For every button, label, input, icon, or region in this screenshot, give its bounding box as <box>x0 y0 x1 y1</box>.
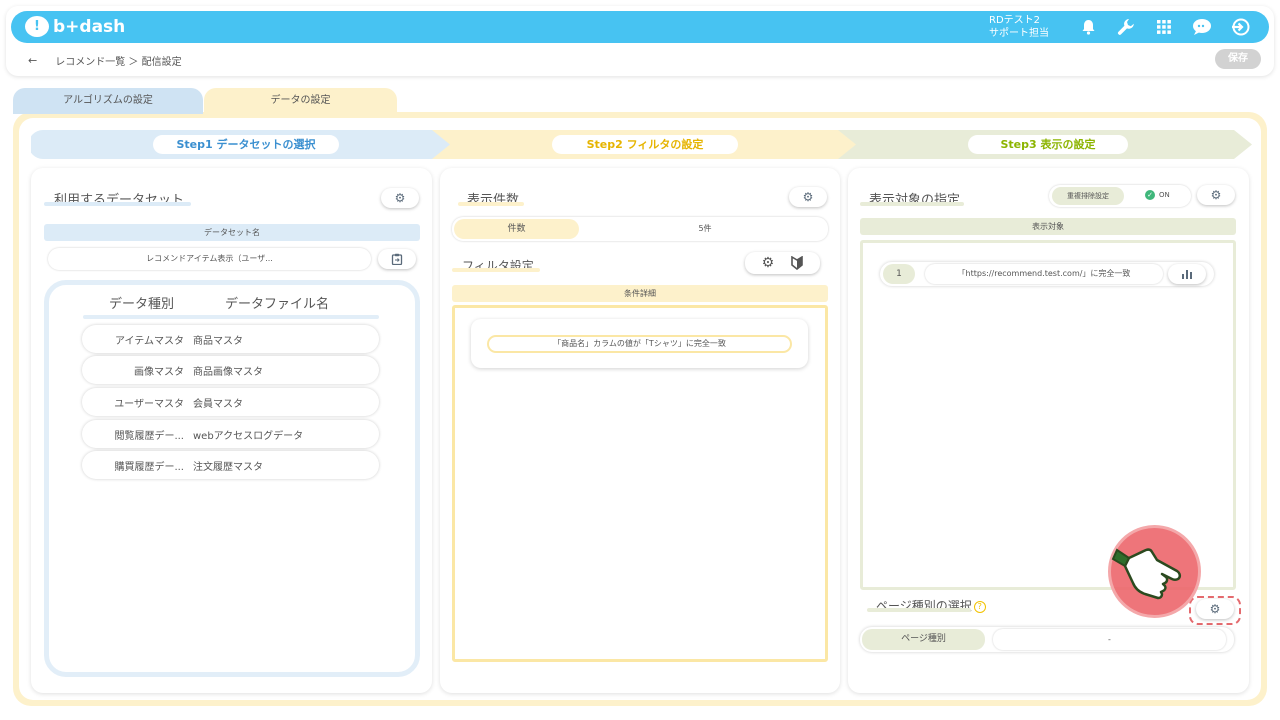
col-data-type: データ種別 <box>109 297 175 312</box>
logout-icon[interactable] <box>1221 15 1259 39</box>
table-row: アイテムマスタ 商品マスタ <box>82 325 379 353</box>
data-file: 注文履歴マスタ <box>193 462 263 473</box>
step2-banner[interactable]: Step2 フィルタの設定 <box>432 130 860 159</box>
count-settings-button[interactable]: ⚙ <box>789 187 827 207</box>
dataset-title-underline <box>44 202 191 206</box>
dataset-settings-button[interactable]: ⚙ <box>381 188 419 208</box>
display-settings-button[interactable]: ⚙ <box>1197 185 1235 205</box>
condition-text[interactable]: 「商品名」カラムの値が「Tシャツ」に完全一致 <box>487 335 792 353</box>
help-icon[interactable]: ? <box>973 600 986 613</box>
user-info[interactable]: RDテスト2 サポート担当 <box>989 14 1049 40</box>
step3-label: Step3 表示の設定 <box>968 135 1128 154</box>
data-file: 商品マスタ <box>193 336 243 347</box>
step3-banner[interactable]: Step3 表示の設定 <box>838 130 1252 159</box>
dataset-header-underline <box>83 315 379 319</box>
gear-icon: ⚙ <box>394 191 406 205</box>
condition-detail-label: 条件詳細 <box>452 285 828 302</box>
top-bar: ! b+dash RDテスト2 サポート担当 <box>11 11 1269 43</box>
target-label: 表示対象 <box>860 218 1236 235</box>
dataset-select-button[interactable] <box>378 249 416 269</box>
page-type-label: ページ種別 <box>862 629 985 650</box>
target-number: 1 <box>883 264 915 284</box>
data-type: 画像マスタ <box>134 367 184 378</box>
target-condition[interactable]: 「https://recommend.test.com/」に完全一致 <box>925 264 1163 284</box>
display-title-underline <box>860 202 964 206</box>
data-type: 閲覧履歴デー... <box>114 431 184 442</box>
list-item: 1 「https://recommend.test.com/」に完全一致 <box>880 262 1214 286</box>
step1-banner[interactable]: Step1 データセットの選択 <box>31 130 451 159</box>
table-row: ユーザーマスタ 会員マスタ <box>82 388 379 416</box>
table-row: 購買履歴デー... 注文履歴マスタ <box>82 451 379 479</box>
logo-text: b+dash <box>53 16 126 37</box>
bell-icon[interactable] <box>1069 15 1107 39</box>
pointer-hand-icon <box>1108 525 1201 618</box>
back-arrow-icon[interactable]: ← <box>28 54 37 67</box>
dataset-name-field[interactable]: レコメンドアイテム表示（ユーザ... <box>48 248 371 270</box>
data-type: アイテムマスタ <box>115 336 184 347</box>
count-value[interactable]: 5件 <box>586 219 824 239</box>
dedupe-label: 重複排除設定 <box>1052 187 1124 205</box>
table-row: 画像マスタ 商品画像マスタ <box>82 356 379 384</box>
breadcrumb: ← レコメンド一覧 ＞ 配信設定 <box>28 53 182 68</box>
filter-title-underline <box>452 268 540 272</box>
dataset-name-label: データセット名 <box>44 224 420 241</box>
dedupe-toggle[interactable]: ✓ ON <box>1145 190 1170 200</box>
gear-icon: ⚙ <box>802 190 814 204</box>
filter-actions: ⚙ <box>745 252 820 274</box>
page-type-row: ページ種別 - <box>860 627 1234 652</box>
check-icon: ✓ <box>1145 190 1155 200</box>
page-type-underline <box>867 608 971 612</box>
count-title-underline <box>458 202 524 206</box>
step1-label: Step1 データセットの選択 <box>153 135 339 154</box>
filter-beginner-icon[interactable] <box>791 256 804 270</box>
data-file: 商品画像マスタ <box>193 367 263 378</box>
logo[interactable]: ! b+dash <box>25 16 125 37</box>
count-label: 件数 <box>454 219 579 239</box>
data-file: webアクセスログデータ <box>193 431 304 442</box>
bar-chart-icon[interactable] <box>1168 264 1206 284</box>
data-type: 購買履歴デー... <box>114 462 184 473</box>
step2-label: Step2 フィルタの設定 <box>552 135 738 154</box>
wrench-icon[interactable] <box>1107 15 1145 39</box>
tab-data-settings[interactable]: データの設定 <box>204 88 397 114</box>
data-type: ユーザーマスタ <box>114 399 184 410</box>
filter-settings-gear-icon[interactable]: ⚙ <box>762 255 775 271</box>
col-data-file: データファイル名 <box>225 297 330 312</box>
chat-icon[interactable] <box>1183 15 1221 39</box>
save-button[interactable]: 保存 <box>1215 49 1261 69</box>
gear-icon: ⚙ <box>1210 188 1222 202</box>
user-name: RDテスト2 <box>989 15 1041 26</box>
count-row: 件数 5件 <box>452 217 828 241</box>
dedupe-setting[interactable]: 重複排除設定 ✓ ON <box>1049 185 1191 207</box>
data-file: 会員マスタ <box>193 399 243 410</box>
tab-algorithm-settings[interactable]: アルゴリズムの設定 <box>13 88 203 114</box>
page-type-value[interactable]: - <box>993 629 1226 650</box>
breadcrumb-path[interactable]: レコメンド一覧 ＞ 配信設定 <box>55 53 181 68</box>
top-icons <box>1069 15 1259 39</box>
logo-bubble-icon: ! <box>25 16 49 37</box>
grid-icon[interactable] <box>1145 15 1183 39</box>
user-role: サポート担当 <box>989 28 1049 39</box>
table-row: 閲覧履歴デー... webアクセスログデータ <box>82 420 379 448</box>
dedupe-value: ON <box>1159 191 1170 199</box>
clipboard-icon <box>391 253 403 265</box>
